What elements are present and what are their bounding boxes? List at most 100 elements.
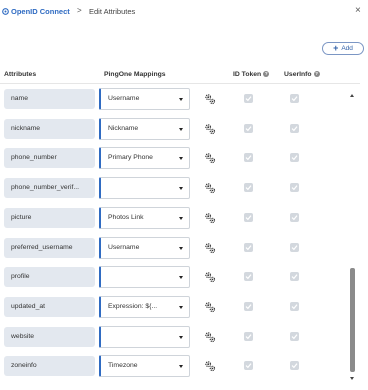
mapping-select[interactable]: Primary Phone bbox=[99, 147, 190, 169]
check-icon bbox=[245, 185, 252, 191]
chevron-down-icon bbox=[179, 217, 183, 220]
attribute-name: website bbox=[4, 327, 95, 347]
attribute-name: nickname bbox=[4, 119, 95, 139]
check-icon bbox=[245, 334, 252, 340]
mapping-select[interactable]: Nickname bbox=[99, 118, 190, 140]
id-token-checkbox[interactable] bbox=[244, 302, 253, 311]
id-token-checkbox[interactable] bbox=[244, 272, 253, 281]
table-row: preferred_username Username bbox=[0, 236, 345, 260]
breadcrumb-app[interactable]: OpenID Connect bbox=[11, 7, 70, 16]
check-icon bbox=[291, 215, 298, 221]
chevron-down-icon bbox=[179, 128, 183, 131]
mapping-select[interactable] bbox=[99, 177, 190, 199]
help-icon[interactable]: ? bbox=[263, 71, 270, 77]
userinfo-checkbox[interactable] bbox=[290, 124, 299, 133]
table-row: phone_number_verif... bbox=[0, 176, 345, 200]
userinfo-checkbox[interactable] bbox=[290, 272, 299, 281]
mapping-select[interactable]: Expression: ${... bbox=[99, 296, 190, 318]
table-row: name Username bbox=[0, 87, 345, 111]
check-icon bbox=[291, 185, 298, 191]
userinfo-checkbox[interactable] bbox=[290, 332, 299, 341]
openid-app-icon bbox=[2, 8, 9, 15]
help-icon[interactable]: ? bbox=[313, 71, 320, 77]
userinfo-checkbox[interactable] bbox=[290, 213, 299, 222]
userinfo-checkbox[interactable] bbox=[290, 94, 299, 103]
mapping-select[interactable]: Username bbox=[99, 237, 190, 259]
mapping-value: Expression: ${... bbox=[108, 303, 158, 310]
attribute-name: name bbox=[4, 89, 95, 109]
table-row: profile bbox=[0, 265, 345, 289]
userinfo-checkbox[interactable] bbox=[290, 153, 299, 162]
id-token-checkbox[interactable] bbox=[244, 124, 253, 133]
gear-cog-icon[interactable] bbox=[204, 242, 216, 254]
gear-cog-icon[interactable] bbox=[204, 271, 216, 283]
attribute-name: picture bbox=[4, 208, 95, 228]
userinfo-checkbox[interactable] bbox=[290, 243, 299, 252]
check-icon bbox=[291, 96, 298, 102]
gear-cog-icon[interactable] bbox=[204, 360, 216, 372]
id-token-checkbox[interactable] bbox=[244, 243, 253, 252]
id-token-checkbox[interactable] bbox=[244, 361, 253, 370]
close-icon[interactable]: × bbox=[355, 5, 361, 16]
attribute-name: updated_at bbox=[4, 297, 95, 317]
gear-cog-icon[interactable] bbox=[204, 123, 216, 135]
userinfo-checkbox[interactable] bbox=[290, 361, 299, 370]
check-icon bbox=[291, 245, 298, 251]
scroll-up-arrow[interactable] bbox=[350, 94, 354, 97]
column-header-id-token: ID Token? bbox=[233, 71, 270, 78]
userinfo-checkbox[interactable] bbox=[290, 302, 299, 311]
id-token-checkbox[interactable] bbox=[244, 94, 253, 103]
chevron-down-icon bbox=[179, 247, 183, 250]
check-icon bbox=[291, 363, 298, 369]
table-row: phone_number Primary Phone bbox=[0, 146, 345, 170]
check-icon bbox=[291, 126, 298, 132]
check-icon bbox=[245, 245, 252, 251]
add-button[interactable]: + Add bbox=[322, 42, 364, 55]
id-token-checkbox[interactable] bbox=[244, 332, 253, 341]
gear-cog-icon[interactable] bbox=[204, 331, 216, 343]
check-icon bbox=[291, 334, 298, 340]
header-bar: OpenID Connect > Edit Attributes × bbox=[0, 0, 368, 30]
chevron-down-icon bbox=[179, 336, 183, 339]
gear-cog-icon[interactable] bbox=[204, 152, 216, 164]
attribute-name: phone_number_verif... bbox=[4, 178, 95, 198]
check-icon bbox=[291, 155, 298, 161]
userinfo-checkbox[interactable] bbox=[290, 183, 299, 192]
page-title: Edit Attributes bbox=[89, 7, 136, 16]
check-icon bbox=[291, 274, 298, 280]
id-token-checkbox[interactable] bbox=[244, 213, 253, 222]
mapping-value: Photos Link bbox=[108, 214, 144, 221]
table-row: updated_at Expression: ${... bbox=[0, 295, 345, 319]
mapping-select[interactable]: Username bbox=[99, 88, 190, 110]
chevron-down-icon bbox=[179, 98, 183, 101]
mapping-select[interactable] bbox=[99, 326, 190, 348]
plus-icon: + bbox=[333, 43, 339, 53]
add-button-label: Add bbox=[341, 45, 353, 52]
id-token-checkbox[interactable] bbox=[244, 183, 253, 192]
attribute-name: preferred_username bbox=[4, 238, 95, 258]
scroll-thumb[interactable] bbox=[350, 268, 355, 372]
check-icon bbox=[245, 363, 252, 369]
gear-cog-icon[interactable] bbox=[204, 301, 216, 313]
attribute-name: phone_number bbox=[4, 148, 95, 168]
gear-cog-icon[interactable] bbox=[204, 212, 216, 224]
column-header-attributes: Attributes bbox=[4, 71, 37, 78]
header-divider bbox=[0, 83, 360, 84]
scroll-down-arrow[interactable] bbox=[350, 377, 354, 380]
check-icon bbox=[245, 304, 252, 310]
mapping-select[interactable]: Photos Link bbox=[99, 207, 190, 229]
chevron-down-icon bbox=[179, 187, 183, 190]
chevron-down-icon bbox=[179, 306, 183, 309]
mapping-select[interactable] bbox=[99, 266, 190, 288]
mapping-value: Username bbox=[108, 244, 140, 251]
gear-cog-icon[interactable] bbox=[204, 93, 216, 105]
table-row: nickname Nickname bbox=[0, 117, 345, 141]
column-header-mappings: PingOne Mappings bbox=[104, 71, 166, 78]
gear-cog-icon[interactable] bbox=[204, 182, 216, 194]
mapping-select[interactable]: Timezone bbox=[99, 355, 190, 377]
attribute-name: profile bbox=[4, 267, 95, 287]
mapping-value: Nickname bbox=[108, 125, 139, 132]
check-icon bbox=[291, 304, 298, 310]
table-row: picture Photos Link bbox=[0, 206, 345, 230]
id-token-checkbox[interactable] bbox=[244, 153, 253, 162]
